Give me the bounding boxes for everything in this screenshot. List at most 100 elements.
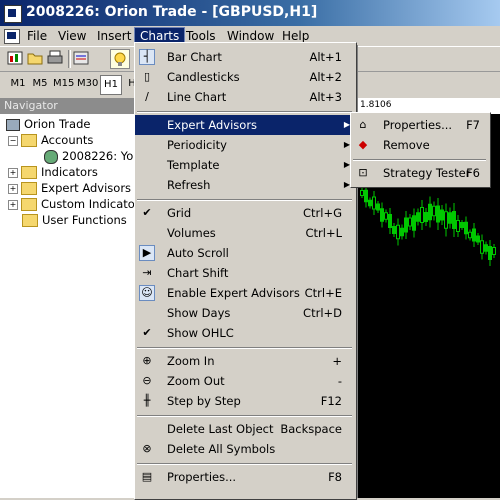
menu-item-bar-chart[interactable]: ┤ Bar Chart Alt+1 [135,47,354,67]
menu-view[interactable]: View [53,28,91,44]
menu-item-delete-all-symbols[interactable]: ⊗ Delete All Symbols [135,439,354,459]
open-folder-icon[interactable] [26,49,44,67]
menu-item-expert-advisors[interactable]: Expert Advisors ▶ [135,115,354,135]
tree-custom-indicators[interactable]: + Custom Indicators [8,196,146,212]
line-chart-icon: ∕ [145,90,149,103]
folder-icon [21,134,37,147]
menu-item-properties[interactable]: ▤ Properties... F8 [135,467,354,487]
navigator-toggle-icon[interactable] [110,49,130,69]
menu-item-delete-last-object[interactable]: Delete Last Object Backspace [135,419,354,439]
candlestick-icon: ▯ [143,70,151,83]
expand-icon[interactable]: + [8,183,18,194]
candle-body [396,224,400,240]
computer-icon [6,118,20,131]
zoom-out-icon: ⊖ [142,374,152,387]
step-icon: ╫ [143,394,151,407]
menu-item-step-by-step[interactable]: ╫ Step by Step F12 [135,391,354,411]
candle-body [420,207,424,223]
candle-body [488,246,492,260]
tree-accounts-label: Accounts [41,133,94,147]
timeframe-m1[interactable]: M1 [8,75,28,93]
candle-body [412,215,416,231]
checkmark-icon: ✔ [142,326,152,339]
menu-item-show-days[interactable]: Show Days Ctrl+D [135,303,354,323]
candle-body [456,220,460,232]
collapse-icon[interactable]: − [8,135,18,146]
tree-user-functions-label: User Functions [42,213,127,227]
expand-icon[interactable]: + [8,199,18,210]
candle-body [368,199,372,207]
submenu-item-strategy-tester[interactable]: ⊡ Strategy Tester F6 [351,163,488,183]
folder-icon [22,214,38,227]
menu-item-template[interactable]: Template ▶ [135,155,354,175]
tree-expert-advisors[interactable]: + Expert Advisors [8,180,131,196]
candle-body [384,212,388,220]
timeframe-m5[interactable]: M5 [30,75,50,93]
menu-insert[interactable]: Insert [92,28,136,44]
title-bar: 2008226: Orion Trade - [GBPUSD,H1] [0,0,500,26]
print-icon[interactable] [46,49,64,67]
menu-item-volumes[interactable]: Volumes Ctrl+L [135,223,354,243]
menu-item-zoom-in[interactable]: ⊕ Zoom In + [135,351,354,371]
candle-body [380,208,384,222]
menu-item-chart-shift[interactable]: ⇥ Chart Shift [135,263,354,283]
candle-body [436,205,440,223]
expert-advisor-icon: ☺ [139,285,155,301]
candle-body [452,211,456,229]
candle-body [392,226,396,234]
candle-body [440,209,444,221]
properties-icon: ▤ [141,470,153,483]
candle-body [492,247,496,255]
delete-all-icon: ⊗ [142,442,152,455]
tree-indicators[interactable]: + Indicators [8,164,98,180]
tree-custom-indicators-label: Custom Indicators [41,197,146,211]
menu-item-candlesticks[interactable]: ▯ Candlesticks Alt+2 [135,67,354,87]
menu-item-show-ohlc[interactable]: ✔ Show OHLC [135,323,354,343]
timeframe-h1[interactable]: H1 [100,75,122,95]
expand-icon[interactable]: + [8,167,18,178]
candle-body [416,212,420,222]
tree-accounts[interactable]: − Accounts [8,132,93,148]
menu-item-refresh[interactable]: Refresh ▶ [135,175,354,195]
new-chart-icon[interactable] [6,49,24,67]
market-watch-icon[interactable] [72,49,90,67]
strategy-tester-icon: ⊡ [358,166,368,179]
remove-icon: ◆ [358,138,368,151]
candle-body [428,203,432,221]
menu-item-line-chart[interactable]: ∕ Line Chart Alt+3 [135,87,354,107]
candle-body [364,189,368,203]
candle-body [424,212,428,222]
tree-account-label: 2008226: Your [62,149,146,163]
menu-file[interactable]: File [22,28,52,44]
submenu-item-remove[interactable]: ◆ Remove [351,135,488,155]
candle-body [360,190,364,196]
menu-item-auto-scroll[interactable]: ▶ Auto Scroll [135,243,354,263]
bar-chart-icon: ┤ [139,49,155,65]
document-menu-icon[interactable] [4,29,20,44]
ea-properties-icon: ⌂ [359,118,367,131]
folder-icon [21,182,37,195]
candle-body [444,211,448,229]
candle-body [400,227,404,237]
window-title: 2008226: Orion Trade - [GBPUSD,H1] [26,4,318,20]
candle-body [460,222,464,228]
tree-root-label: Orion Trade [24,117,91,131]
candle-body [376,203,380,211]
candle-body [476,235,480,243]
tree-account-entry[interactable]: 2008226: Your [44,148,145,164]
menu-item-zoom-out[interactable]: ⊖ Zoom Out - [135,371,354,391]
folder-icon [21,166,37,179]
submenu-item-properties[interactable]: ⌂ Properties... F7 [351,115,488,135]
navigator-panel: Navigator Orion Trade − Accounts 2008226:… [0,98,146,498]
candle-body [484,244,488,252]
candle-body [372,196,376,210]
menu-item-enable-expert-advisors[interactable]: ☺ Enable Expert Advisors Ctrl+E [135,283,354,303]
app-icon[interactable] [4,5,22,23]
tree-user-functions[interactable]: User Functions [22,212,127,228]
candle-body [448,212,452,224]
menu-item-grid[interactable]: ✔ Grid Ctrl+G [135,203,354,223]
timeframe-m15[interactable]: M15 [53,75,74,93]
tree-root[interactable]: Orion Trade [6,116,90,132]
timeframe-m30[interactable]: M30 [77,75,98,93]
menu-item-periodicity[interactable]: Periodicity ▶ [135,135,354,155]
